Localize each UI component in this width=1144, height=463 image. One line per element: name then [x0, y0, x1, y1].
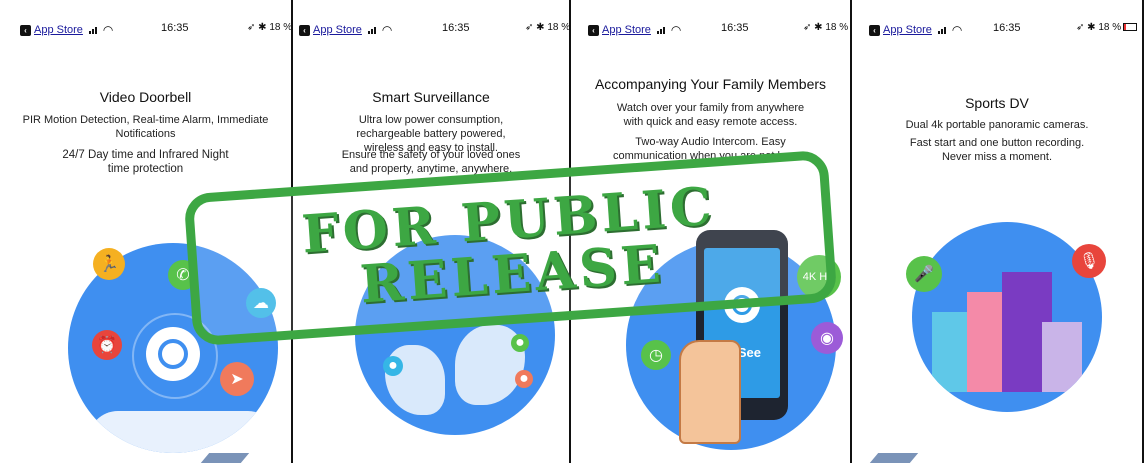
status-right: ➶ ✱ 18 % — [247, 22, 293, 33]
location-pin-icon: ● — [515, 370, 533, 388]
wifi-icon: ◠ — [381, 23, 393, 37]
back-to-app-store-link[interactable]: ‹ App Store ◠ — [588, 23, 681, 37]
camera-icon: ◉ — [811, 322, 843, 354]
back-to-app-icon: ‹ — [588, 24, 599, 36]
panel-title: Accompanying Your Family Members — [594, 76, 827, 92]
status-time: 16:35 — [993, 22, 1021, 34]
buildings-illustration — [912, 222, 1102, 412]
signal-icon — [656, 26, 665, 34]
alarm-bell-icon: ⏰ — [92, 330, 122, 360]
back-to-app-icon: ‹ — [20, 24, 31, 36]
back-to-app-icon: ‹ — [299, 24, 310, 36]
microphone-icon: 🎙 — [1072, 244, 1106, 278]
panel-description: Fast start and one button recording. Nev… — [909, 137, 1085, 163]
location-pin-icon: ● — [511, 334, 529, 352]
panel-description: Watch over your family from anywhere wit… — [616, 102, 805, 128]
page-indicator-hint — [869, 453, 919, 463]
status-bar: ‹ App Store ◠ 16:35 ➶ ✱ 18 % — [571, 0, 850, 40]
signal-icon — [937, 26, 946, 34]
paper-plane-icon: ➤ — [220, 362, 254, 396]
wifi-icon: ◠ — [102, 23, 114, 37]
clock-icon: ◷ — [641, 340, 671, 370]
onboarding-panel-sports-dv: ‹ App Store ◠ 16:35 ➶ ✱ 18 % Sports DV D… — [852, 0, 1144, 463]
status-right: ➶ ✱ 18 % — [1076, 22, 1138, 33]
running-person-icon: 🏃 — [93, 248, 125, 280]
doorbell-icon — [146, 327, 200, 381]
wifi-icon: ◠ — [951, 23, 963, 37]
status-time: 16:35 — [442, 22, 470, 34]
microphone-icon: 🎤 — [906, 256, 942, 292]
status-time: 16:35 — [161, 22, 189, 34]
status-right: ➶ ✱ 18 % — [803, 22, 849, 33]
hand-icon — [679, 340, 741, 444]
status-time: 16:35 — [721, 22, 749, 34]
back-to-app-store-link[interactable]: ‹ App Store ◠ — [20, 23, 113, 37]
panel-title: Sports DV — [965, 95, 1029, 111]
back-to-app-icon: ‹ — [869, 24, 880, 36]
panel-description: Dual 4k portable panoramic cameras. — [905, 119, 1089, 131]
signal-icon — [367, 26, 376, 34]
panel-description: PIR Motion Detection, Real-time Alarm, I… — [22, 114, 269, 140]
back-to-app-store-link[interactable]: ‹ App Store ◠ — [299, 23, 392, 37]
status-bar: ‹ App Store ◠ 16:35 ➶ ✱ 18 % — [0, 0, 291, 40]
panel-title: Smart Surveillance — [372, 89, 490, 105]
status-bar: ‹ App Store ◠ 16:35 ➶ ✱ 18 % — [293, 0, 569, 40]
panel-title: Video Doorbell — [99, 89, 192, 105]
status-right: ➶ ✱ 18 % — [525, 22, 571, 33]
panel-description: 24/7 Day time and Infrared Night time pr… — [62, 149, 229, 175]
signal-icon — [88, 26, 97, 34]
status-bar: ‹ App Store ◠ 16:35 ➶ ✱ 18 % — [852, 0, 1142, 40]
page-indicator-hint — [200, 453, 250, 463]
back-to-app-store-link[interactable]: ‹ App Store ◠ — [869, 23, 962, 37]
wifi-icon: ◠ — [670, 23, 682, 37]
location-pin-icon: ● — [383, 356, 403, 376]
battery-icon — [1123, 23, 1138, 32]
